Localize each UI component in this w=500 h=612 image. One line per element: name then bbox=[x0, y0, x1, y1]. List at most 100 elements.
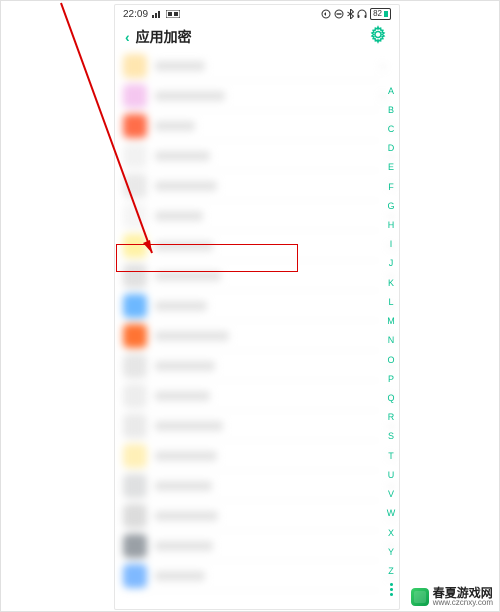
index-letter[interactable]: F bbox=[388, 179, 394, 195]
status-left: 22:09 bbox=[123, 9, 180, 20]
index-letter[interactable]: R bbox=[388, 410, 395, 426]
app-row[interactable]: › bbox=[123, 171, 381, 201]
headphones-icon bbox=[357, 9, 367, 19]
watermark-url: www.czcnxy.com bbox=[433, 599, 493, 607]
app-row[interactable]: › bbox=[123, 531, 381, 561]
app-row[interactable]: › bbox=[123, 561, 381, 591]
index-letter[interactable]: I bbox=[390, 237, 393, 253]
bluetooth-icon bbox=[347, 9, 354, 19]
index-letter[interactable]: G bbox=[387, 198, 394, 214]
app-icon bbox=[123, 114, 147, 138]
app-icon bbox=[123, 264, 147, 288]
app-row[interactable]: › bbox=[123, 231, 381, 261]
app-icon bbox=[123, 174, 147, 198]
index-letter[interactable]: W bbox=[387, 506, 396, 522]
app-row[interactable]: › bbox=[123, 441, 381, 471]
volume-icon bbox=[321, 9, 331, 19]
app-label bbox=[155, 451, 217, 461]
settings-button[interactable] bbox=[369, 26, 387, 49]
index-letter[interactable]: Z bbox=[388, 563, 394, 579]
index-letter[interactable]: H bbox=[388, 218, 395, 234]
battery-widget: 82 bbox=[370, 8, 391, 20]
app-icon bbox=[123, 354, 147, 378]
app-label bbox=[155, 271, 221, 281]
app-list[interactable]: ›››››››››››››››››› bbox=[115, 51, 399, 609]
app-row[interactable]: › bbox=[123, 411, 381, 441]
index-letter[interactable]: N bbox=[388, 333, 395, 349]
hd-icon bbox=[166, 10, 180, 18]
index-letter[interactable]: V bbox=[388, 487, 394, 503]
status-bar: 22:09 82 bbox=[115, 5, 399, 23]
app-row[interactable]: › bbox=[123, 51, 381, 81]
index-letter[interactable]: C bbox=[388, 121, 395, 137]
app-label bbox=[155, 541, 213, 551]
titlebar: ‹ 应用加密 bbox=[115, 23, 399, 51]
app-icon bbox=[123, 384, 147, 408]
app-row[interactable]: › bbox=[123, 471, 381, 501]
app-label bbox=[155, 121, 195, 131]
app-icon bbox=[123, 564, 147, 588]
dnd-icon bbox=[334, 9, 344, 19]
app-icon bbox=[123, 324, 147, 348]
app-label bbox=[155, 151, 210, 161]
signal-icon bbox=[152, 10, 162, 18]
index-letter[interactable]: M bbox=[387, 314, 395, 330]
app-label bbox=[155, 61, 205, 71]
index-more-icon[interactable] bbox=[390, 583, 393, 599]
index-letter[interactable]: O bbox=[387, 352, 394, 368]
app-icon bbox=[123, 444, 147, 468]
page-title: 应用加密 bbox=[136, 27, 192, 47]
app-label bbox=[155, 571, 205, 581]
index-letter[interactable]: T bbox=[388, 448, 394, 464]
index-letter[interactable]: L bbox=[388, 294, 393, 310]
app-row[interactable]: › bbox=[123, 81, 381, 111]
app-label bbox=[155, 331, 229, 341]
index-letter[interactable]: D bbox=[388, 141, 395, 157]
index-letter[interactable]: U bbox=[388, 467, 395, 483]
app-icon bbox=[123, 534, 147, 558]
app-row[interactable]: › bbox=[123, 321, 381, 351]
app-row[interactable]: › bbox=[123, 201, 381, 231]
index-letter[interactable]: Q bbox=[387, 391, 394, 407]
app-row[interactable]: › bbox=[123, 291, 381, 321]
index-letter[interactable]: E bbox=[388, 160, 394, 176]
watermark-logo-icon bbox=[411, 588, 429, 606]
app-label bbox=[155, 211, 203, 221]
status-right: 82 bbox=[321, 8, 391, 20]
app-icon bbox=[123, 294, 147, 318]
app-icon bbox=[123, 204, 147, 228]
app-icon bbox=[123, 84, 147, 108]
app-label bbox=[155, 91, 225, 101]
app-icon bbox=[123, 54, 147, 78]
app-label bbox=[155, 421, 223, 431]
app-label bbox=[155, 481, 212, 491]
app-row[interactable]: › bbox=[123, 261, 381, 291]
gear-icon bbox=[369, 26, 387, 44]
index-letter[interactable]: A bbox=[388, 83, 394, 99]
index-letter[interactable]: P bbox=[388, 371, 394, 387]
back-button[interactable]: ‹ bbox=[125, 29, 130, 45]
app-label bbox=[155, 181, 217, 191]
app-label bbox=[155, 301, 207, 311]
alpha-index[interactable]: ABCDEFGHIJKLMNOPQRSTUVWXYZ bbox=[385, 83, 397, 599]
canvas: 22:09 82 ‹ 应用加密 bbox=[0, 0, 500, 612]
app-icon bbox=[123, 144, 147, 168]
index-letter[interactable]: X bbox=[388, 525, 394, 541]
app-row[interactable]: › bbox=[123, 381, 381, 411]
app-row[interactable]: › bbox=[123, 351, 381, 381]
phone-frame: 22:09 82 ‹ 应用加密 bbox=[114, 4, 400, 610]
app-label bbox=[155, 361, 215, 371]
index-letter[interactable]: Y bbox=[388, 544, 394, 560]
index-letter[interactable]: J bbox=[389, 256, 394, 272]
app-row[interactable]: › bbox=[123, 141, 381, 171]
app-row[interactable]: › bbox=[123, 111, 381, 141]
app-icon bbox=[123, 504, 147, 528]
app-icon bbox=[123, 474, 147, 498]
index-letter[interactable]: B bbox=[388, 102, 394, 118]
watermark: 春夏游戏网 www.czcnxy.com bbox=[411, 587, 493, 607]
index-letter[interactable]: S bbox=[388, 429, 394, 445]
app-label bbox=[155, 511, 218, 521]
index-letter[interactable]: K bbox=[388, 275, 394, 291]
app-label bbox=[155, 241, 213, 251]
app-row[interactable]: › bbox=[123, 501, 381, 531]
